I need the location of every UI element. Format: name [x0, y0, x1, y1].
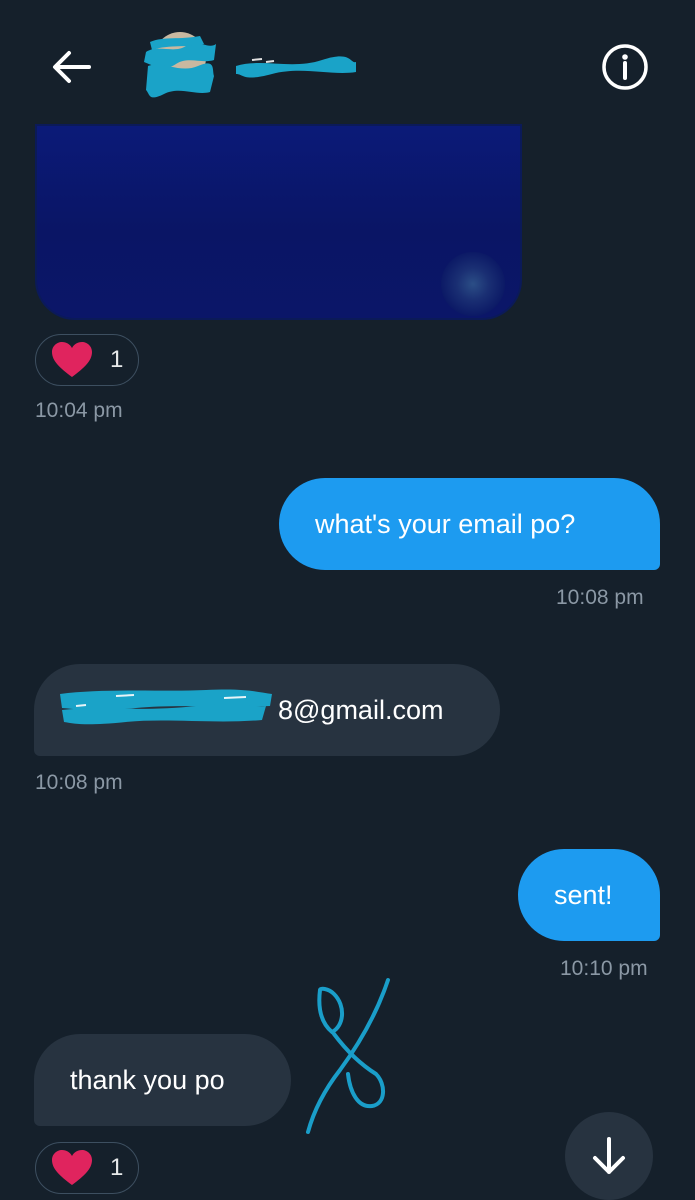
reaction-count: 1 — [110, 346, 124, 373]
arrow-left-icon — [53, 51, 91, 83]
arrow-down-icon — [593, 1137, 625, 1174]
avatar[interactable] — [140, 30, 220, 102]
media-message-image[interactable] — [35, 124, 522, 320]
message-text: 8@gmail.com — [278, 694, 444, 725]
heart-icon — [52, 1150, 92, 1185]
back-button[interactable] — [48, 44, 94, 90]
message-text: what's your email po? — [315, 508, 576, 539]
info-circle-icon — [602, 44, 648, 90]
message-timestamp: 10:10 pm — [560, 957, 648, 980]
scroll-to-bottom-button[interactable] — [565, 1112, 653, 1200]
media-play-indicator — [441, 252, 505, 316]
conversation-header — [0, 0, 695, 120]
reaction-badge[interactable]: 1 — [35, 1142, 139, 1194]
email-redaction-scribble — [60, 689, 272, 725]
message-text: thank you po — [70, 1064, 225, 1095]
outgoing-message-bubble[interactable]: sent! — [518, 849, 660, 941]
redacted-username — [232, 52, 360, 78]
reaction-count: 1 — [110, 1154, 124, 1181]
message-timestamp: 10:08 pm — [35, 771, 123, 794]
message-timestamp: 10:04 pm — [35, 399, 123, 422]
info-button[interactable] — [600, 42, 650, 92]
message-timestamp: 10:08 pm — [556, 586, 644, 609]
message-text: sent! — [554, 879, 613, 910]
reaction-badge[interactable]: 1 — [35, 334, 139, 386]
handdrawn-doodle — [306, 978, 390, 1134]
outgoing-message-bubble[interactable]: what's your email po? — [279, 478, 660, 570]
heart-icon — [52, 342, 92, 377]
incoming-message-bubble[interactable]: thank you po — [34, 1034, 291, 1126]
